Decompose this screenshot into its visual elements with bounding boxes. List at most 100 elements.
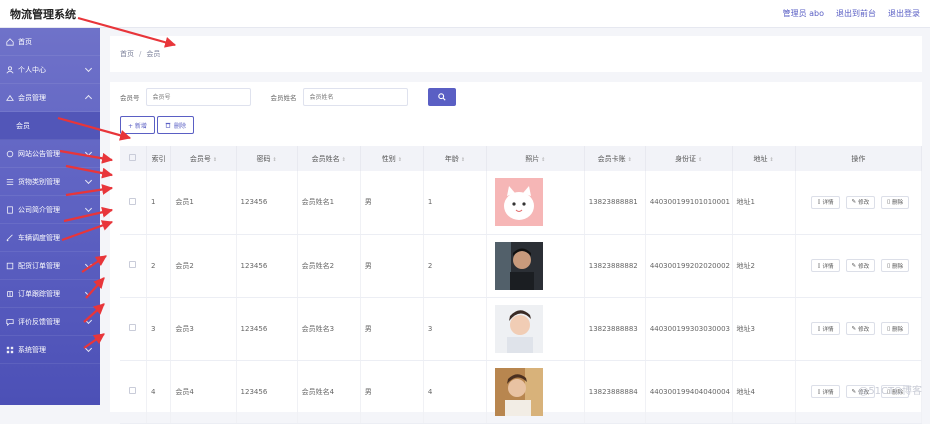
header-account[interactable]: 会员号⇕ (171, 146, 236, 171)
sidebar-item-label: 首页 (18, 37, 32, 47)
feedback-icon (6, 318, 14, 326)
chevron-down-icon (85, 317, 92, 324)
cell-id-card: 440300199303030003 (645, 297, 732, 360)
header-select-all[interactable] (120, 146, 146, 171)
edit-icon: ✎ (852, 199, 857, 205)
top-bar: 物流管理系统 管理员 abo 退出到前台 退出登录 (0, 0, 930, 28)
cell-index: 2 (146, 234, 170, 297)
user-icon (6, 66, 14, 74)
sidebar-item-9[interactable]: 配货订单管理 (0, 252, 100, 280)
cell-index: 4 (146, 360, 170, 423)
sidebar-item-8[interactable]: 车辆调度管理 (0, 224, 100, 252)
sidebar-item-5[interactable]: 网站公告管理 (0, 140, 100, 168)
chevron-down-icon (85, 345, 92, 352)
detail-button[interactable]: ▯详情 (811, 322, 839, 335)
sidebar-item-4[interactable]: 会员 (0, 112, 100, 140)
name-label: 会员姓名 (271, 92, 297, 102)
sidebar-item-label: 会员 (16, 121, 30, 131)
delete-button[interactable]: ▯删除 (881, 259, 909, 272)
account-search-input[interactable] (146, 88, 251, 106)
cell-operations: ▯详情 ✎修改 ▯删除 (795, 234, 921, 297)
add-button[interactable]: + 新增 (120, 116, 155, 134)
cell-account: 会员3 (171, 297, 236, 360)
table-header-row: 索引 会员号⇕ 密码⇕ 会员姓名⇕ 性别⇕ 年龄⇕ 照片⇕ 会员卡账⇕ 身份证⇕… (120, 146, 922, 171)
cell-age: 3 (423, 297, 486, 360)
cell-operations: ▯详情 ✎修改 ▯删除 (795, 297, 921, 360)
sidebar-item-12[interactable]: 系统管理 (0, 336, 100, 364)
sidebar-item-10[interactable]: 订单跟踪管理 (0, 280, 100, 308)
trash-icon: ▯ (887, 326, 890, 332)
edit-button[interactable]: ✎修改 (846, 196, 876, 209)
header-age[interactable]: 年龄⇕ (423, 146, 486, 171)
sidebar-item-label: 网站公告管理 (18, 149, 60, 159)
cell-account: 会员2 (171, 234, 236, 297)
header-id-card[interactable]: 身份证⇕ (645, 146, 732, 171)
header-name[interactable]: 会员姓名⇕ (297, 146, 360, 171)
cell-gender: 男 (360, 234, 423, 297)
table-row: 1会员1123456会员姓名1男113823888881440300199101… (120, 171, 922, 234)
watermark: @51CTO博客 (858, 382, 922, 397)
header-card[interactable]: 会员卡账⇕ (584, 146, 645, 171)
sidebar-item-11[interactable]: 评价反馈管理 (0, 308, 100, 336)
cell-gender: 男 (360, 171, 423, 234)
cell-address: 地址1 (732, 171, 795, 234)
row-checkbox[interactable] (120, 171, 146, 234)
cell-account: 会员4 (171, 360, 236, 423)
cell-card: 13823888884 (584, 360, 645, 423)
cell-name: 会员姓名2 (297, 234, 360, 297)
sidebar-item-label: 系统管理 (18, 345, 46, 355)
delete-button[interactable]: ▯删除 (881, 322, 909, 335)
edit-button[interactable]: ✎修改 (846, 322, 876, 335)
delete-button[interactable]: ▯删除 (881, 196, 909, 209)
edit-button[interactable]: ✎修改 (846, 259, 876, 272)
row-checkbox[interactable] (120, 360, 146, 423)
sidebar-item-label: 公司简介管理 (18, 205, 60, 215)
cell-password: 123456 (236, 360, 297, 423)
row-checkbox[interactable] (120, 297, 146, 360)
cell-password: 123456 (236, 297, 297, 360)
edit-icon: ✎ (852, 389, 857, 395)
cell-photo (487, 234, 585, 297)
sidebar-item-7[interactable]: 公司简介管理 (0, 196, 100, 224)
cell-card: 13823888883 (584, 297, 645, 360)
sidebar-item-6[interactable]: 货物类别管理 (0, 168, 100, 196)
trash-icon: ▯ (887, 199, 890, 205)
search-icon (438, 93, 446, 101)
name-search-input[interactable] (303, 88, 408, 106)
cell-age: 2 (423, 234, 486, 297)
company-icon (6, 206, 14, 214)
back-to-front-link[interactable]: 退出到前台 (836, 8, 876, 19)
sidebar-item-2[interactable]: 个人中心 (0, 56, 100, 84)
header-photo[interactable]: 照片⇕ (487, 146, 585, 171)
cell-gender: 男 (360, 360, 423, 423)
row-checkbox[interactable] (120, 234, 146, 297)
table-row: 3会员3123456会员姓名3男313823888883440300199303… (120, 297, 922, 360)
cell-index: 3 (146, 297, 170, 360)
edit-icon: ✎ (852, 263, 857, 269)
header-address[interactable]: 地址⇕ (732, 146, 795, 171)
header-gender[interactable]: 性别⇕ (360, 146, 423, 171)
sidebar-item-label: 车辆调度管理 (18, 233, 60, 243)
detail-button[interactable]: ▯详情 (811, 259, 839, 272)
logout-link[interactable]: 退出登录 (888, 8, 920, 19)
cell-photo (487, 297, 585, 360)
breadcrumb-home[interactable]: 首页 (120, 49, 134, 59)
breadcrumb-current: 会员 (146, 49, 160, 59)
detail-button[interactable]: ▯详情 (811, 196, 839, 209)
cell-name: 会员姓名3 (297, 297, 360, 360)
list-icon (6, 178, 14, 186)
header-password[interactable]: 密码⇕ (236, 146, 297, 171)
member-photo (495, 368, 543, 416)
cell-card: 13823888882 (584, 234, 645, 297)
sidebar-item-1[interactable]: 首页 (0, 28, 100, 56)
cell-gender: 男 (360, 297, 423, 360)
current-user[interactable]: 管理员 abo (783, 8, 824, 19)
detail-button[interactable]: ▯详情 (811, 385, 839, 398)
search-button[interactable] (428, 88, 456, 106)
chevron-up-icon (85, 95, 92, 102)
cell-index: 1 (146, 171, 170, 234)
cell-id-card: 440300199404040004 (645, 360, 732, 423)
sidebar-item-3[interactable]: 会员管理 (0, 84, 100, 112)
batch-delete-button[interactable]: 删除 (157, 116, 194, 134)
cell-id-card: 440300199202020002 (645, 234, 732, 297)
